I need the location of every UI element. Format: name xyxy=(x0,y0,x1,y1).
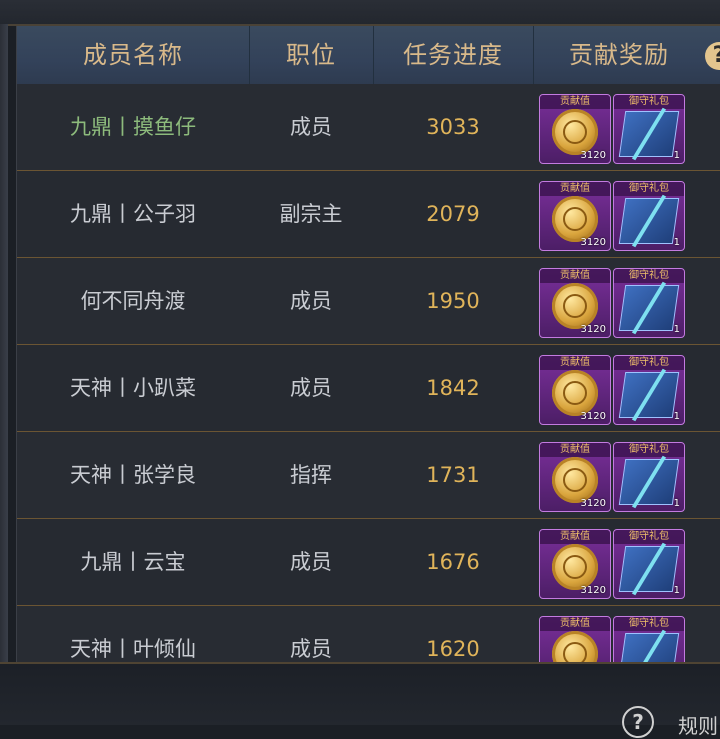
task-progress: 1620 xyxy=(426,637,480,661)
gift-scroll-icon xyxy=(618,111,680,157)
task-progress: 2079 xyxy=(426,202,480,226)
top-strip xyxy=(0,0,720,26)
reward-qty: 1 xyxy=(673,498,680,509)
gold-coin-icon xyxy=(552,283,598,329)
reward-label: 御守礼包 xyxy=(614,95,684,109)
gift-reward[interactable]: 御守礼包 1 xyxy=(613,442,685,512)
gift-reward[interactable]: 御守礼包 1 xyxy=(613,355,685,425)
table-rows: 九鼎丨摸鱼仔 成员 3033 贡献值 3120 御守礼包 1 九鼎丨公子羽 副宗主 2079 贡献值… xyxy=(17,84,720,662)
reward-label: 御守礼包 xyxy=(614,617,684,631)
member-position: 成员 xyxy=(290,376,332,400)
gold-coin-icon xyxy=(552,196,598,242)
member-position: 成员 xyxy=(290,550,332,574)
gold-coin-icon xyxy=(552,631,598,662)
reward-label: 御守礼包 xyxy=(614,182,684,196)
task-progress: 1950 xyxy=(426,289,480,313)
reward-label: 贡献值 xyxy=(540,182,610,196)
reward-label: 贡献值 xyxy=(540,443,610,457)
member-name: 九鼎丨云宝 xyxy=(80,550,186,574)
rules-label[interactable]: 规则 xyxy=(678,710,718,739)
rules-help-icon[interactable]: ? xyxy=(622,706,654,738)
reward-qty: 1 xyxy=(673,237,680,248)
gold-coin-icon xyxy=(552,370,598,416)
reward-label: 贡献值 xyxy=(540,356,610,370)
gift-scroll-icon xyxy=(618,198,680,244)
contribution-reward[interactable]: 贡献值 3120 xyxy=(539,529,611,599)
table-row[interactable]: 天神丨小趴菜 成员 1842 贡献值 3120 御守礼包 1 xyxy=(17,345,720,432)
reward-label: 贡献值 xyxy=(540,617,610,631)
header-reward: 贡献奖励 xyxy=(569,41,669,69)
gold-coin-icon xyxy=(552,544,598,590)
task-progress: 3033 xyxy=(426,115,480,139)
bottom-bar xyxy=(0,662,720,725)
gift-reward[interactable]: 御守礼包 1 xyxy=(613,529,685,599)
reward-qty: 3120 xyxy=(580,150,606,161)
member-name: 天神丨叶倾仙 xyxy=(70,637,196,661)
table-row[interactable]: 九鼎丨云宝 成员 1676 贡献值 3120 御守礼包 1 xyxy=(17,519,720,606)
header-position: 职位 xyxy=(286,41,336,69)
reward-qty: 1 xyxy=(673,150,680,161)
contribution-reward[interactable]: 贡献值 3120 xyxy=(539,181,611,251)
task-progress: 1731 xyxy=(426,463,480,487)
table-row[interactable]: 天神丨叶倾仙 成员 1620 贡献值3120御守礼包1 xyxy=(17,606,720,662)
reward-qty: 3120 xyxy=(580,585,606,596)
member-name: 九鼎丨摸鱼仔 xyxy=(70,115,196,139)
member-position: 指挥 xyxy=(290,463,332,487)
member-name: 天神丨张学良 xyxy=(70,463,196,487)
reward-qty: 3120 xyxy=(580,411,606,422)
reward-qty: 3120 xyxy=(580,324,606,335)
member-name: 九鼎丨公子羽 xyxy=(70,202,196,226)
member-position: 成员 xyxy=(290,637,332,661)
header-progress: 任务进度 xyxy=(403,41,503,69)
gift-scroll-icon xyxy=(618,372,680,418)
reward-label: 御守礼包 xyxy=(614,443,684,457)
reward-qty: 1 xyxy=(673,411,680,422)
member-table-panel: 成员名称 职位 任务进度 贡献奖励 ? 九鼎丨摸鱼仔成员3033贡献值3120御… xyxy=(16,26,720,662)
gift-scroll-icon xyxy=(618,633,680,662)
reward-qty: 1 xyxy=(673,585,680,596)
gift-reward[interactable]: 御守礼包 1 xyxy=(613,268,685,338)
task-progress: 1676 xyxy=(426,550,480,574)
reward-label: 贡献值 xyxy=(540,269,610,283)
member-name: 何不同舟渡 xyxy=(80,289,186,313)
gift-reward[interactable]: 御守礼包1 xyxy=(613,616,685,662)
table-header: 成员名称 职位 任务进度 贡献奖励 xyxy=(17,26,720,85)
contribution-reward[interactable]: 贡献值 3120 xyxy=(539,268,611,338)
contribution-reward[interactable]: 贡献值 3120 xyxy=(539,442,611,512)
task-progress: 1842 xyxy=(426,376,480,400)
gold-coin-icon xyxy=(552,109,598,155)
gift-reward[interactable]: 御守礼包 1 xyxy=(613,181,685,251)
reward-label: 御守礼包 xyxy=(614,530,684,544)
reward-qty: 3120 xyxy=(580,498,606,509)
contribution-reward[interactable]: 贡献值3120 xyxy=(539,616,611,662)
reward-label: 御守礼包 xyxy=(614,356,684,370)
gift-scroll-icon xyxy=(618,285,680,331)
gold-coin-icon xyxy=(552,457,598,503)
reward-label: 贡献值 xyxy=(540,95,610,109)
gift-scroll-icon xyxy=(618,459,680,505)
contribution-reward[interactable]: 贡献值 3120 xyxy=(539,94,611,164)
table-row[interactable]: 九鼎丨公子羽 副宗主 2079 贡献值 3120 御守礼包 1 xyxy=(17,171,720,258)
table-row[interactable]: 天神丨张学良 指挥 1731 贡献值 3120 御守礼包 1 xyxy=(17,432,720,519)
reward-qty: 1 xyxy=(673,324,680,335)
gift-reward[interactable]: 御守礼包 1 xyxy=(613,94,685,164)
contribution-reward[interactable]: 贡献值 3120 xyxy=(539,355,611,425)
member-position: 成员 xyxy=(290,289,332,313)
reward-label: 御守礼包 xyxy=(614,269,684,283)
table-row[interactable]: 何不同舟渡 成员 1950 贡献值 3120 御守礼包 1 xyxy=(17,258,720,345)
reward-label: 贡献值 xyxy=(540,530,610,544)
member-position: 副宗主 xyxy=(279,202,343,226)
header-name: 成员名称 xyxy=(83,41,183,69)
member-name: 天神丨小趴菜 xyxy=(70,376,196,400)
gift-scroll-icon xyxy=(618,546,680,592)
left-rail xyxy=(0,24,8,664)
member-position: 成员 xyxy=(290,115,332,139)
reward-qty: 3120 xyxy=(580,237,606,248)
table-row[interactable]: 九鼎丨摸鱼仔 成员 3033 贡献值 3120 御守礼包 1 xyxy=(17,84,720,171)
